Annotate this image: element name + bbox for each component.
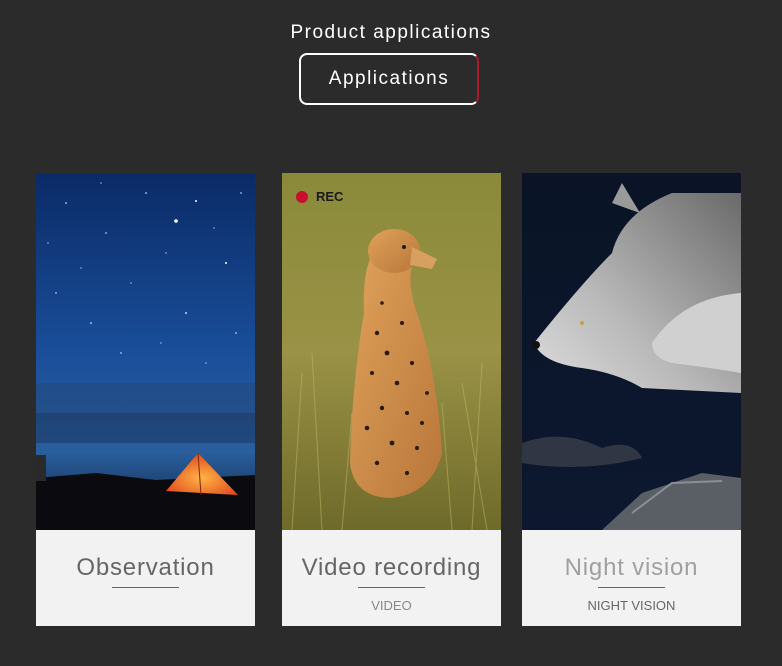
rec-indicator: REC xyxy=(296,189,343,204)
cheetah-image: REC xyxy=(282,173,501,530)
card-subtitle: NIGHT VISION xyxy=(587,598,676,613)
divider xyxy=(598,587,665,588)
card-subtitle: VIDEO xyxy=(371,598,412,613)
wolves-image xyxy=(522,173,741,530)
record-dot-icon xyxy=(296,190,308,203)
card-night-vision[interactable]: Night vision NIGHT VISION xyxy=(522,173,741,626)
card-title: Night vision xyxy=(564,554,699,581)
applications-button-label: Applications xyxy=(328,68,450,89)
card-observation[interactable]: Observation xyxy=(36,173,255,626)
applications-button[interactable]: Applications xyxy=(299,53,479,105)
card-title: Observation xyxy=(76,554,215,581)
rec-label: REC xyxy=(316,189,344,204)
caption-observation: Observation xyxy=(36,530,255,626)
starry-night-tent-image xyxy=(36,173,255,530)
card-title: Video recording xyxy=(301,554,482,581)
caption-night-vision: Night vision NIGHT VISION xyxy=(522,530,741,626)
card-video-recording[interactable]: REC Video recording VIDEO xyxy=(282,173,501,626)
divider xyxy=(112,587,179,588)
caption-video-recording: Video recording VIDEO xyxy=(282,530,501,626)
divider xyxy=(358,587,425,588)
page-title: Product applications xyxy=(290,22,492,43)
